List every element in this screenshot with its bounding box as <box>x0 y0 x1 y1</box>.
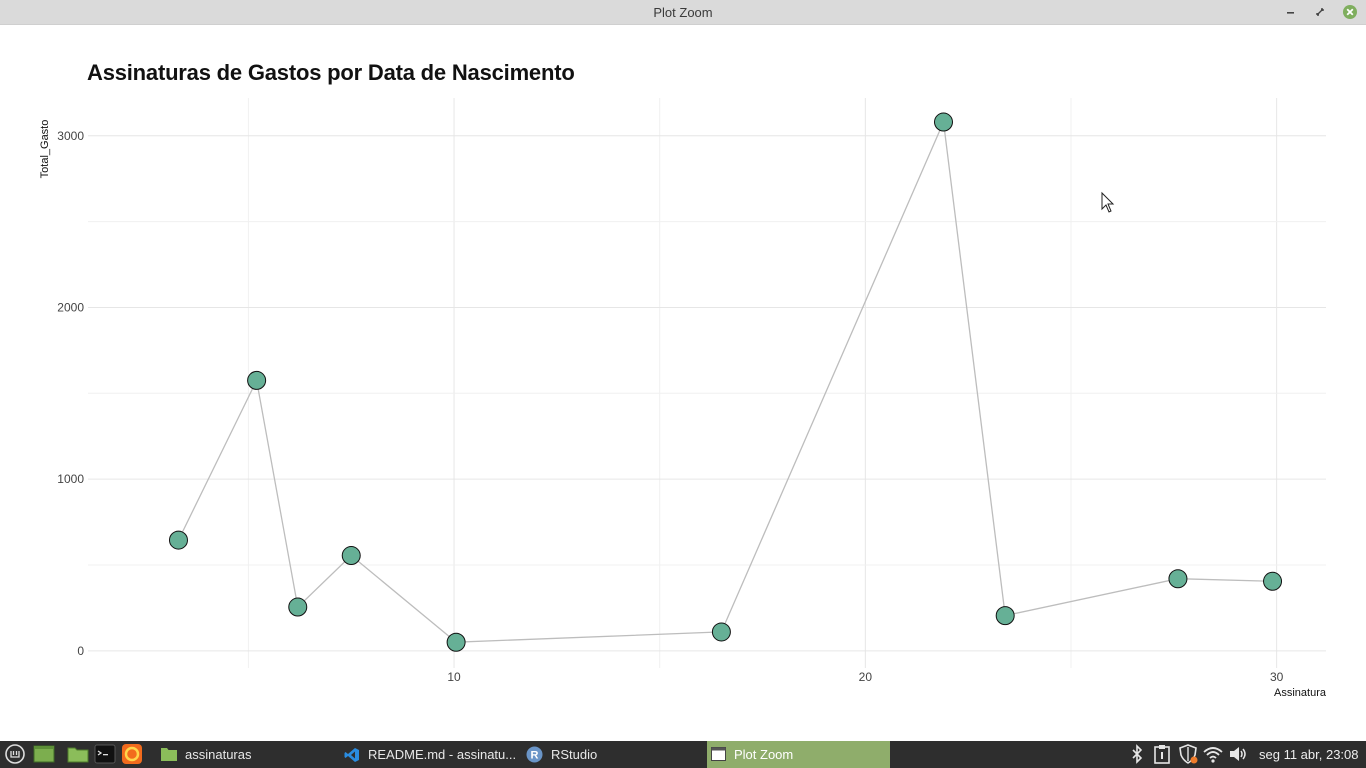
y-axis-label: Total_Gasto <box>39 120 51 179</box>
data-point <box>168 530 188 550</box>
data-point <box>1263 571 1283 591</box>
y-tick-label: 2000 <box>57 300 84 314</box>
file-manager-icon[interactable] <box>67 743 89 765</box>
y-tick-label: 3000 <box>57 129 84 143</box>
task-label: RStudio <box>551 747 598 762</box>
data-point <box>288 597 308 617</box>
plot-area: 10 20 30 0 1000 2000 3000 Total_Gasto Assinatu… <box>0 25 1366 741</box>
axis-ticks: 10 20 30 0 1000 2000 3000 <box>57 129 1283 684</box>
show-desktop-icon[interactable] <box>33 743 55 765</box>
svg-text:R: R <box>531 750 539 762</box>
task-label: README.md - assinatu... <box>368 747 517 762</box>
task-rstudio[interactable]: R RStudio <box>522 741 704 768</box>
arrow-cursor <box>1101 191 1115 213</box>
volume-icon[interactable] <box>1228 744 1248 764</box>
clock[interactable]: seg 11 abr, 23:08 <box>1259 741 1359 768</box>
vscode-icon <box>344 748 359 762</box>
folder-icon <box>161 748 177 761</box>
minimize-icon[interactable] <box>1283 4 1299 20</box>
grid <box>88 98 1326 668</box>
x-tick-label: 20 <box>859 670 873 684</box>
data-point <box>995 606 1015 626</box>
window-icon <box>711 747 726 761</box>
window-titlebar[interactable]: Plot Zoom <box>0 0 1366 25</box>
line-chart: 10 20 30 0 1000 2000 3000 Total_Gasto Assinatu… <box>39 98 1327 699</box>
data-point <box>933 112 953 132</box>
window-title: Plot Zoom <box>653 5 713 20</box>
restore-icon[interactable] <box>1312 4 1328 20</box>
menu-icon[interactable] <box>4 743 26 765</box>
data-point <box>1168 569 1188 589</box>
wifi-icon[interactable] <box>1203 744 1223 764</box>
task-assinaturas[interactable]: assinaturas <box>155 741 335 768</box>
task-label: assinaturas <box>185 747 252 762</box>
update-shield-icon[interactable] <box>1178 744 1198 764</box>
chart-title: Assinaturas de Gastos por Data de Nascim… <box>87 60 575 85</box>
x-tick-label: 10 <box>447 670 461 684</box>
bluetooth-icon[interactable] <box>1127 744 1147 764</box>
rstudio-icon: R <box>526 746 543 763</box>
task-plot-zoom[interactable]: Plot Zoom <box>707 741 890 768</box>
firefox-icon[interactable] <box>121 743 143 765</box>
clipboard-icon[interactable] <box>1152 744 1172 764</box>
x-tick-label: 30 <box>1270 670 1284 684</box>
data-point <box>247 370 267 390</box>
close-icon[interactable] <box>1342 4 1358 20</box>
data-point <box>446 632 466 652</box>
taskbar: assinaturas README.md - assinatu... R RS… <box>0 741 1366 768</box>
terminal-icon[interactable] <box>94 743 116 765</box>
y-tick-label: 1000 <box>57 472 84 486</box>
data-point <box>711 622 731 642</box>
task-label: Plot Zoom <box>734 747 794 762</box>
data-point <box>341 546 361 566</box>
x-axis-label: Assinatura <box>1274 687 1327 699</box>
y-tick-label: 0 <box>77 644 84 658</box>
task-readme[interactable]: README.md - assinatu... <box>338 741 520 768</box>
